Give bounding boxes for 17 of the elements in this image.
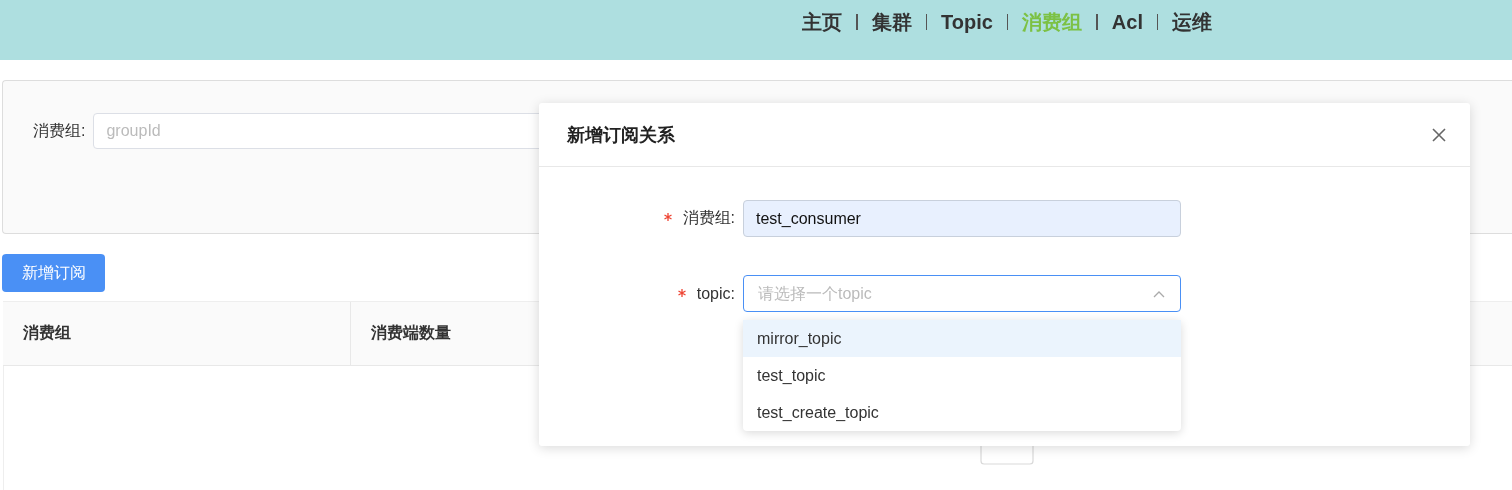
nav-link[interactable]: Topic [939,10,995,34]
dialog-title: 新增订阅关系 [567,123,675,147]
column-header: 消费端数量 [371,323,451,343]
caret-icon [1153,290,1165,298]
nav-link[interactable]: 集群 [869,8,914,36]
nav-link[interactable]: 主页 [800,8,844,36]
field-label: 消费组: [682,209,735,226]
nav-link[interactable]: Acl [1109,10,1145,34]
column-header: 消费组 [23,323,71,343]
dropdown-option[interactable]: test_create_topic [743,394,1181,431]
consumer-group-field[interactable]: test_consumer [743,200,1181,237]
dropdown-option[interactable]: test_topic [743,357,1181,394]
field-label: topic: [696,284,735,302]
close-button[interactable] [1430,125,1448,144]
dropdown-option[interactable]: mirror_topic [743,320,1181,357]
field-label: 消费组: [33,121,86,141]
nav-link[interactable]: 运维 [1170,8,1215,36]
